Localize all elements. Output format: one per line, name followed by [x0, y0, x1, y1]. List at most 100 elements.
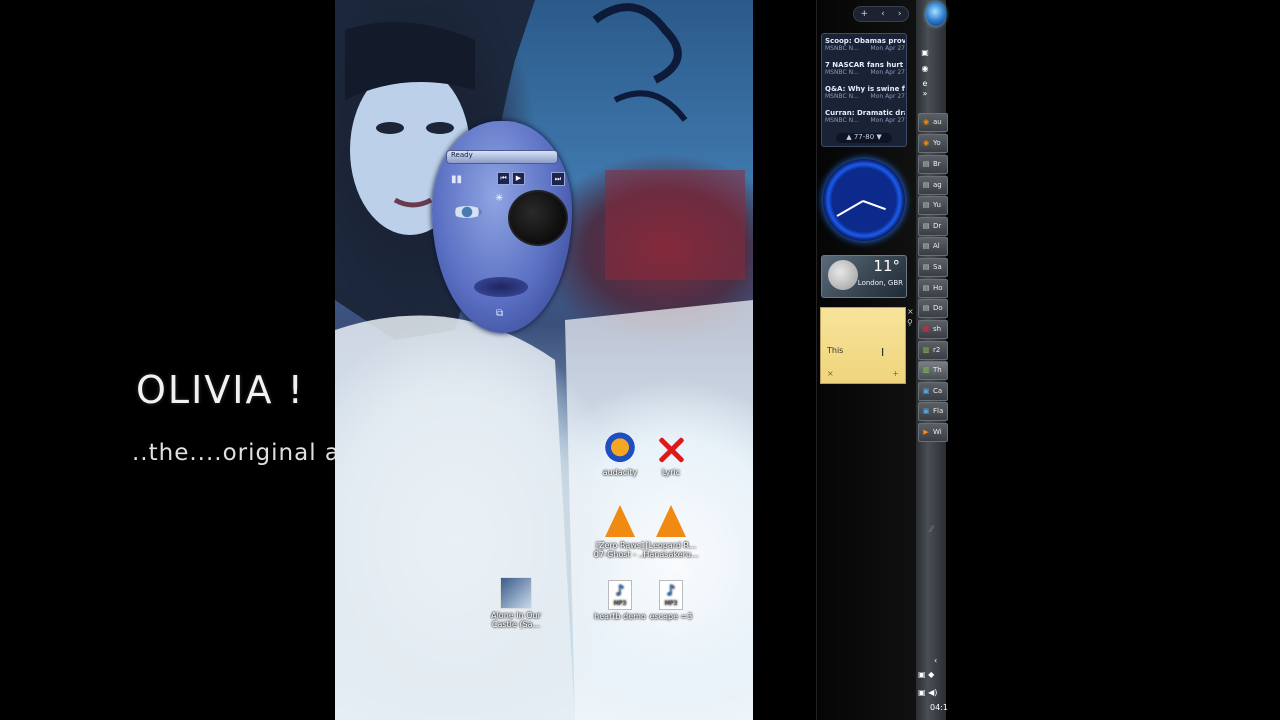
taskbar-item-label: Do	[933, 304, 943, 312]
folder-icon: ▤	[922, 201, 930, 209]
news-item[interactable]: Q&A: Why is swine f... MSNBC N... Mon Apr…	[825, 85, 905, 107]
media-thumbnail-icon	[500, 577, 532, 609]
tray-expand-icon[interactable]: ‹	[934, 656, 937, 665]
desktop-icon-label: Lyric	[661, 468, 681, 477]
firefox-icon: ◉	[922, 118, 930, 126]
clock-gadget[interactable]	[823, 159, 905, 241]
taskbar-item[interactable]: ▥ r2	[918, 341, 948, 360]
folder-icon: ▤	[922, 304, 930, 312]
firefox-quicklaunch-icon[interactable]: ◉	[918, 63, 932, 75]
news-up-icon[interactable]: ▲	[846, 133, 851, 141]
start-button[interactable]	[926, 2, 946, 26]
vlc-icon	[656, 505, 686, 537]
taskbar-item[interactable]: ▤ Sa	[918, 258, 948, 277]
taskbar-item[interactable]: ◉ Yo	[918, 134, 948, 153]
taskbar-item[interactable]: ▤ Dr	[918, 217, 948, 236]
sidebar-controls: + ‹ ›	[853, 6, 909, 22]
folder-icon: ▤	[922, 284, 930, 292]
news-headline: Scoop: Obamas prov...	[825, 37, 905, 45]
firefox-icon: ◉	[922, 139, 930, 147]
taskbar-item[interactable]: ◉ au	[918, 113, 948, 132]
equalizer-icon[interactable]: ▮▮	[451, 174, 462, 185]
vlc-icon	[605, 505, 635, 537]
close-icon[interactable]: ×	[907, 307, 914, 316]
taskbar-item[interactable]: ▤ Br	[918, 155, 948, 174]
player-skin-eye	[452, 206, 482, 218]
news-headline: Q&A: Why is swine f...	[825, 85, 905, 93]
taskbar-item-label: Dr	[933, 222, 942, 230]
desktop-icon-label: Alone In Our Castle (Sa...	[491, 611, 541, 629]
volume-knob[interactable]	[508, 190, 568, 246]
delete-note-icon[interactable]: ×	[827, 369, 834, 378]
taskbar-item[interactable]: ▶ Wi	[918, 423, 948, 442]
taskbar-item-label: r2	[933, 346, 941, 354]
document-icon: ▦	[922, 325, 930, 333]
taskbar-item-label: Ho	[933, 284, 943, 292]
show-desktop-icon[interactable]: ▣	[918, 47, 932, 59]
news-date: Mon Apr 27	[870, 69, 905, 76]
desktop-icon-escape[interactable]: ♪ MP3 escape =3	[640, 580, 702, 621]
taskbar-item-label: sh	[933, 325, 942, 333]
news-item[interactable]: Scoop: Obamas prov... MSNBC N... Mon Apr …	[825, 37, 905, 59]
sidebar-next-button[interactable]: ›	[898, 9, 902, 19]
taskbar-item-label: Fla	[933, 407, 944, 415]
taskbar-item-label: Yu	[933, 201, 941, 209]
play-icon[interactable]: ▶	[512, 172, 525, 185]
mp3-file-icon: ♪ MP3	[608, 580, 632, 610]
taskbar-item[interactable]: ▤ Do	[918, 299, 948, 318]
overlay-title: OLIVIA !	[136, 368, 305, 412]
taskbar-item[interactable]: ▣ Fla	[918, 402, 948, 421]
news-item[interactable]: 7 NASCAR fans hurt ... MSNBC N... Mon Apr…	[825, 61, 905, 83]
taskbar-item[interactable]: ▦ sh	[918, 320, 948, 339]
news-pager[interactable]: ▲ 77-80 ▼	[836, 133, 892, 143]
taskbar-item[interactable]: ▤ Al	[918, 237, 948, 256]
taskbar-item-label: Wi	[933, 428, 942, 436]
taskbar-clock[interactable]: 04:1	[930, 703, 948, 712]
taskbar-item[interactable]: ▥ Th	[918, 361, 948, 380]
folder-icon: ▤	[922, 160, 930, 168]
taskbar-item-label: Th	[933, 366, 942, 374]
settings-star-icon[interactable]: ✳	[495, 193, 503, 204]
taskbar-item-label: au	[933, 118, 942, 126]
mp3-file-icon: ♪ MP3	[659, 580, 683, 610]
taskbar-item[interactable]: ▤ ag	[918, 176, 948, 195]
taskbar-grip-icon: ⁄⁄	[930, 525, 934, 535]
sidebar-prev-button[interactable]: ‹	[881, 9, 885, 19]
folder-icon: ▤	[922, 181, 930, 189]
sticky-note-text[interactable]: This	[827, 346, 843, 355]
taskbar-item[interactable]: ▤ Yu	[918, 196, 948, 215]
network-icon[interactable]: ▣ ◆	[918, 670, 934, 679]
sticky-note-gadget[interactable]: This I × +	[820, 307, 906, 384]
desktop-icon-lyric[interactable]: Lyric	[640, 432, 702, 477]
news-down-icon[interactable]: ▼	[876, 133, 881, 141]
taskbar-item-label: Yo	[933, 139, 941, 147]
taskbar-item[interactable]: ▤ Ho	[918, 279, 948, 298]
news-source: MSNBC N...	[825, 69, 859, 76]
clock-hour-hand	[862, 200, 886, 211]
folder-icon: ▤	[922, 222, 930, 230]
mini-mode-icon[interactable]: ⧉	[496, 308, 503, 319]
quicklaunch-expand-icon[interactable]: »	[918, 88, 932, 100]
previous-icon[interactable]: ⏮	[497, 172, 510, 185]
volume-icon[interactable]: ▣ ◀)	[918, 688, 937, 697]
next-icon[interactable]: ⏭	[551, 172, 565, 186]
options-icon[interactable]: ⚲	[907, 318, 913, 327]
news-date: Mon Apr 27	[870, 45, 905, 52]
weather-temperature: 11°	[873, 257, 900, 275]
lyric-icon	[654, 432, 688, 466]
add-note-icon[interactable]: +	[892, 369, 899, 378]
desktop-icon-alone-in-our-castle[interactable]: Alone In Our Castle (Sa...	[485, 577, 547, 629]
taskbar-item-label: ag	[933, 181, 942, 189]
weather-gadget[interactable]: 11° London, GBR	[821, 255, 907, 298]
moon-icon	[828, 260, 858, 290]
news-source: MSNBC N...	[825, 45, 859, 52]
news-gadget: Scoop: Obamas prov... MSNBC N... Mon Apr …	[821, 33, 907, 147]
taskbar-item-label: Sa	[933, 263, 942, 271]
news-source: MSNBC N...	[825, 117, 859, 124]
add-gadget-button[interactable]: +	[861, 9, 869, 19]
news-item[interactable]: Curran: Dramatic dra... MSNBC N... Mon Ap…	[825, 109, 905, 131]
news-headline: 7 NASCAR fans hurt ...	[825, 61, 905, 69]
desktop-icon-leopard[interactable]: [Leopard R... Hanasakeru...	[640, 505, 702, 559]
taskbar-item[interactable]: ▣ Ca	[918, 382, 948, 401]
news-date: Mon Apr 27	[870, 117, 905, 124]
